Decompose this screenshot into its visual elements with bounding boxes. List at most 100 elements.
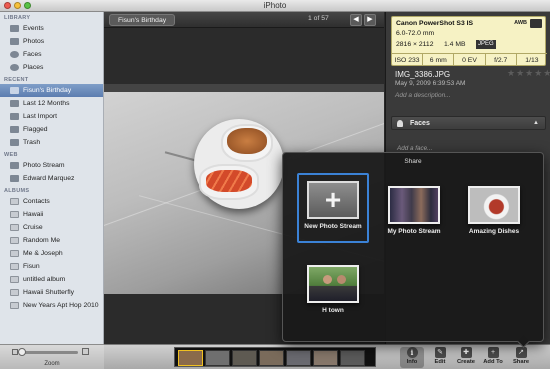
sidebar-item-hawaii[interactable]: Hawaii xyxy=(0,208,103,221)
chips xyxy=(227,128,267,154)
plus-icon: + xyxy=(324,184,342,215)
source-list-sidebar: LIBRARY Events Photos Faces Places RECEN… xyxy=(0,12,104,344)
sidebar-item-fisun[interactable]: Fisun xyxy=(0,260,103,273)
rating-stars[interactable]: ★★★★★ xyxy=(507,68,550,79)
info-icon: i xyxy=(406,347,418,358)
sidebar-item-untitled-album[interactable]: untitled album xyxy=(0,273,103,286)
thumbnail[interactable] xyxy=(205,350,230,366)
sidebar-item-me-and-joseph[interactable]: Me & Joseph xyxy=(0,247,103,260)
add-to-button[interactable]: + Add To xyxy=(481,347,505,365)
sidebar-item-label: Me & Joseph xyxy=(23,250,63,257)
sidebar-item-label: Edward Marquez xyxy=(23,175,75,182)
sidebar-item-label: Photos xyxy=(23,38,45,45)
create-button[interactable]: ✚ Create xyxy=(454,347,478,365)
white-balance: AWB xyxy=(514,20,527,26)
trash-icon xyxy=(10,139,19,146)
album-icon xyxy=(10,276,19,283)
tool-label: Edit xyxy=(434,359,446,365)
iso-value: ISO 233 xyxy=(392,54,424,66)
share-my-photo-stream[interactable]: My Photo Stream xyxy=(383,186,445,235)
sidebar-item-photos[interactable]: Photos xyxy=(0,35,103,48)
sidebar-item-last-12-months[interactable]: Last 12 Months xyxy=(0,97,103,110)
description-field[interactable]: Add a description... xyxy=(395,92,451,99)
edit-button[interactable]: ✎ Edit xyxy=(428,347,452,365)
zoom-slider-track[interactable] xyxy=(22,351,78,354)
sidebar-item-label: Fisun's Birthday xyxy=(23,87,72,94)
sidebar-item-last-import[interactable]: Last Import xyxy=(0,110,103,123)
album-icon xyxy=(10,302,19,309)
sidebar-item-label: Events xyxy=(23,25,44,32)
album-icon xyxy=(10,263,19,270)
file-size: 1.4 MB xyxy=(444,41,466,48)
sidebar-item-label: untitled album xyxy=(23,276,66,283)
info-button[interactable]: i Info xyxy=(400,347,424,368)
previous-photo-button[interactable]: ◀ xyxy=(350,14,362,26)
thumbnail[interactable] xyxy=(286,350,311,366)
event-title-button[interactable]: Fisun's Birthday xyxy=(109,14,176,26)
sidebar-item-label: Hawaii xyxy=(23,211,44,218)
import-icon xyxy=(10,113,19,120)
sidebar-item-faces[interactable]: Faces xyxy=(0,48,103,61)
sidebar-item-label: Trash xyxy=(23,139,41,146)
sidebar-item-cruise[interactable]: Cruise xyxy=(0,221,103,234)
album-icon xyxy=(10,237,19,244)
add-face-link[interactable]: Add a face... xyxy=(397,145,432,152)
tool-label: Create xyxy=(456,359,476,365)
flag-icon xyxy=(10,126,19,133)
sidebar-item-hawaii-shutterfly[interactable]: Hawaii Shutterfly xyxy=(0,286,103,299)
sidebar-item-contacts[interactable]: Contacts xyxy=(0,195,103,208)
thumbnail[interactable] xyxy=(259,350,284,366)
sidebar-item-label: Last Import xyxy=(23,113,57,120)
thumbnail[interactable] xyxy=(313,350,338,366)
sidebar-item-events[interactable]: Events xyxy=(0,22,103,35)
photo-filename[interactable]: IMG_3386.JPG xyxy=(395,70,450,79)
faces-section-header[interactable]: Faces ▲ xyxy=(391,116,546,130)
zoom-label: Zoom xyxy=(44,361,60,367)
sidebar-item-places[interactable]: Places xyxy=(0,61,103,74)
collapse-arrow-icon[interactable]: ▲ xyxy=(533,120,539,126)
add-to-icon: + xyxy=(487,347,499,358)
share-new-photo-stream[interactable]: + New Photo Stream xyxy=(297,173,369,243)
exposure-stats: ISO 233 6 mm 0 EV f/2.7 1/13 xyxy=(392,53,547,66)
share-button[interactable]: ↗ Share xyxy=(509,347,533,365)
person-icon xyxy=(397,120,403,127)
sidebar-item-fisuns-birthday[interactable]: Fisun's Birthday xyxy=(0,84,103,97)
focal-length: 6 mm xyxy=(423,54,455,66)
album-icon xyxy=(10,224,19,231)
popover-title: Share xyxy=(404,158,422,165)
next-photo-button[interactable]: ▶ xyxy=(364,14,376,26)
sidebar-heading-albums: ALBUMS xyxy=(4,188,30,194)
album-icon xyxy=(10,289,19,296)
sidebar-item-edward-marquez[interactable]: Edward Marquez xyxy=(0,172,103,185)
share-amazing-dishes[interactable]: Amazing Dishes xyxy=(463,186,525,235)
share-h-town[interactable]: H town xyxy=(303,265,363,314)
photo-stream-icon xyxy=(10,162,19,169)
image-resolution: 2816 × 2112 xyxy=(396,41,434,48)
thumbnail[interactable] xyxy=(178,350,203,366)
sidebar-item-new-years-apt-hop[interactable]: New Years Apt Hop 2010 xyxy=(0,299,103,312)
sidebar-heading-library: LIBRARY xyxy=(4,15,31,21)
sidebar-item-label: Fisun xyxy=(23,263,40,270)
faces-icon xyxy=(10,51,19,58)
sidebar-item-label: Faces xyxy=(23,51,42,58)
zoom-in-icon[interactable] xyxy=(82,348,89,355)
thumbnail[interactable] xyxy=(232,350,257,366)
sidebar-item-label: Flagged xyxy=(23,126,48,133)
zoom-slider-knob[interactable] xyxy=(18,348,26,356)
sidebar-item-label: Last 12 Months xyxy=(23,100,70,107)
edit-icon: ✎ xyxy=(434,347,446,358)
sidebar-item-photo-stream[interactable]: Photo Stream xyxy=(0,159,103,172)
sidebar-heading-web: WEB xyxy=(4,152,18,158)
sidebar-item-trash[interactable]: Trash xyxy=(0,136,103,149)
tool-label: Share xyxy=(512,359,530,365)
thumbnail[interactable] xyxy=(340,350,365,366)
thumbnail-strip xyxy=(174,347,376,367)
share-icon: ↗ xyxy=(515,347,527,358)
web-account-icon xyxy=(10,175,19,182)
camera-info-box: Canon PowerShot S3 IS 6.0-72.0 mm 2816 ×… xyxy=(391,16,547,66)
places-icon xyxy=(10,64,19,71)
sidebar-item-random-me[interactable]: Random Me xyxy=(0,234,103,247)
sidebar-item-label: New Years Apt Hop 2010 xyxy=(23,302,99,309)
camera-model: Canon PowerShot S3 IS xyxy=(396,20,474,27)
sidebar-item-flagged[interactable]: Flagged xyxy=(0,123,103,136)
